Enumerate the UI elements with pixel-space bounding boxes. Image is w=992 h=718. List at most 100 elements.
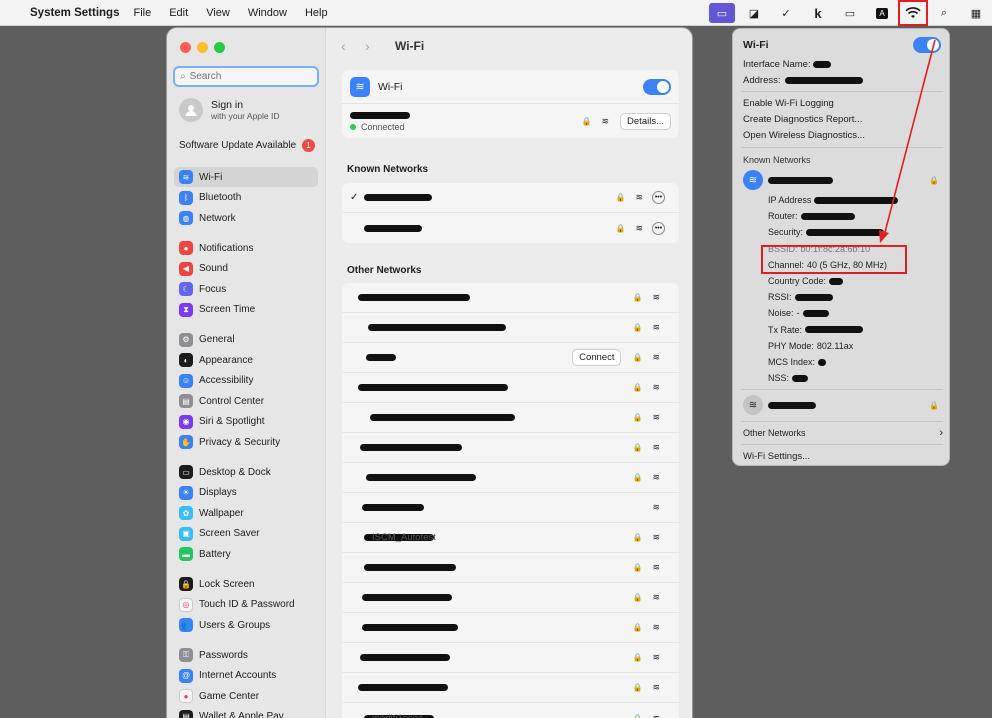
- menu-edit[interactable]: Edit: [169, 7, 188, 19]
- sidebar-item-users-groups[interactable]: 👥 Users & Groups: [174, 615, 318, 635]
- redacted-network-name: [350, 112, 410, 119]
- create-report-item[interactable]: Create Diagnostics Report...: [743, 114, 862, 125]
- search-input[interactable]: [189, 71, 300, 82]
- other-known-network-row[interactable]: ≋ 🔒: [743, 395, 943, 415]
- wifi-signal-icon: ≋: [652, 412, 660, 422]
- sidebar-item-privacy-security[interactable]: ✋ Privacy & Security: [174, 432, 318, 452]
- close-button[interactable]: [180, 42, 191, 53]
- wifi-signal-icon: ≋: [652, 502, 660, 512]
- sidebar-item-siri-spotlight[interactable]: ◉ Siri & Spotlight: [174, 412, 318, 432]
- open-diagnostics-item[interactable]: Open Wireless Diagnostics...: [743, 130, 865, 141]
- sidebar-item-general[interactable]: ⚙ General: [174, 330, 318, 350]
- details-button[interactable]: Details...: [620, 112, 671, 130]
- sidebar-item-notifications[interactable]: ● Notifications: [174, 238, 318, 258]
- sidebar-item-appearance[interactable]: ◐ Appearance: [174, 350, 318, 370]
- sidebar-item-focus[interactable]: ☾ Focus: [174, 279, 318, 299]
- wifi-toggle-row: ≋ Wi-Fi: [342, 70, 679, 104]
- network-detail-row: PHY Mode: 802.11ax: [768, 341, 853, 351]
- network-detail-row: RSSI:: [768, 292, 833, 302]
- menu-help[interactable]: Help: [305, 7, 328, 19]
- interface-name-label: Interface Name:: [743, 59, 811, 70]
- other-network-row[interactable]: ISCM_Autotest 🔒 ≋: [342, 523, 679, 553]
- wifi-card: ≋ Wi-Fi Connected 🔒 ≋ Details...: [342, 70, 679, 138]
- sidebar-item-lock-screen[interactable]: 🔒 Lock Screen: [174, 574, 318, 594]
- zoom-button[interactable]: [214, 42, 225, 53]
- sidebar-item-network[interactable]: ◍ Network: [174, 208, 318, 228]
- redacted-network-name: [362, 594, 452, 601]
- battery-icon[interactable]: ▭: [837, 3, 863, 23]
- sidebar-item-battery[interactable]: ▬ Battery: [174, 544, 318, 564]
- sidebar-item-screen-time[interactable]: ⧗ Screen Time: [174, 300, 318, 320]
- app-menu[interactable]: System Settings: [30, 7, 119, 19]
- lock-icon: 🔒: [929, 400, 939, 410]
- sidebar-item-wi-fi[interactable]: ≋ Wi-Fi: [174, 167, 318, 187]
- sidebar-item-game-center[interactable]: ● Game Center: [174, 686, 318, 706]
- sidebar-item-bluetooth[interactable]: ᛒ Bluetooth: [174, 188, 318, 208]
- network-detail-row: NSS:: [768, 373, 809, 383]
- input-source-icon[interactable]: A: [869, 3, 895, 23]
- other-network-row[interactable]: 🔒 ≋: [342, 673, 679, 703]
- spotlight-search-icon[interactable]: ⌕: [931, 3, 957, 23]
- sidebar-item-internet-accounts[interactable]: @ Internet Accounts: [174, 666, 318, 686]
- other-network-row[interactable]: 🔒 ≋: [342, 403, 679, 433]
- sidebar-item-wallpaper[interactable]: ✿ Wallpaper: [174, 503, 318, 523]
- other-network-row[interactable]: Connect 🔒 ≋: [342, 343, 679, 373]
- other-network-row[interactable]: ≋: [342, 493, 679, 523]
- wifi-signal-icon: ≋: [652, 352, 660, 362]
- more-options-icon[interactable]: •••: [652, 191, 665, 204]
- other-network-row[interactable]: 🔒 ≋: [342, 463, 679, 493]
- settings-window: ⌕ Sign in with your Apple ID Software Up…: [167, 28, 692, 718]
- other-network-row[interactable]: 🔒 ≋: [342, 643, 679, 673]
- wifi-signal-icon: ≋: [635, 222, 643, 233]
- other-network-row[interactable]: 🔒 ≋: [342, 553, 679, 583]
- menu-file[interactable]: File: [133, 7, 151, 19]
- screen-share-icon[interactable]: ▭: [709, 3, 735, 23]
- check-circle-icon[interactable]: ✓: [773, 3, 799, 23]
- connect-button[interactable]: Connect: [572, 349, 622, 366]
- enable-logging-item[interactable]: Enable Wi-Fi Logging: [743, 98, 834, 109]
- other-network-row[interactable]: 🔒 ≋: [342, 433, 679, 463]
- siri-icon: ◉: [179, 414, 193, 429]
- wifi-menu-icon[interactable]: [898, 0, 928, 26]
- globe-icon: ◍: [179, 211, 193, 225]
- other-network-row[interactable]: 🔒 ≋: [342, 613, 679, 643]
- sidebar-item-passwords[interactable]: ⚿ Passwords: [174, 645, 318, 665]
- detail-label: MCS Index:: [768, 357, 816, 367]
- current-network-row[interactable]: ≋ 🔒: [743, 170, 943, 190]
- app-status-icon[interactable]: ◪: [741, 3, 767, 23]
- other-network-row[interactable]: 🔒 ≋: [342, 373, 679, 403]
- known-network-row[interactable]: ✓ 🔒 ≋ •••: [342, 183, 679, 213]
- more-options-icon[interactable]: •••: [652, 221, 665, 235]
- back-button[interactable]: ‹: [341, 38, 365, 54]
- sidebar-item-control-center[interactable]: ▤ Control Center: [174, 391, 318, 411]
- dropdown-wifi-toggle[interactable]: [913, 37, 941, 53]
- known-network-row[interactable]: 🔒 ≋ •••: [342, 213, 679, 243]
- redacted-network-name: [364, 194, 432, 201]
- k-app-icon[interactable]: k: [805, 3, 831, 23]
- sidebar-item-accessibility[interactable]: ☺ Accessibility: [174, 371, 318, 391]
- sidebar-item-touch-id-password[interactable]: ◎ Touch ID & Password: [174, 595, 318, 615]
- sidebar-item-desktop-dock[interactable]: ▭ Desktop & Dock: [174, 462, 318, 482]
- other-network-row[interactable]: 🔒 ≋: [342, 283, 679, 313]
- other-networks-item[interactable]: Other Networks ›: [743, 427, 943, 439]
- search-field[interactable]: ⌕: [173, 66, 319, 87]
- software-update-item[interactable]: Software Update Available 1: [179, 139, 315, 152]
- minimize-button[interactable]: [197, 42, 208, 53]
- other-network-row[interactable]: 🔒 ≋: [342, 313, 679, 343]
- other-network-row[interactable]: mediti1ocoo 🔒 ≋: [342, 703, 679, 718]
- menu-window[interactable]: Window: [248, 7, 287, 19]
- detail-label: Country Code:: [768, 276, 827, 286]
- control-center-icon[interactable]: ▦: [963, 3, 989, 23]
- other-network-row[interactable]: 🔒 ≋: [342, 583, 679, 613]
- forward-button[interactable]: ›: [365, 38, 389, 54]
- menu-view[interactable]: View: [206, 7, 230, 19]
- sidebar-item-sound[interactable]: ◀ Sound: [174, 259, 318, 279]
- sidebar-item-displays[interactable]: ☀ Displays: [174, 483, 318, 503]
- sidebar-item-wallet-apple-pay[interactable]: ▤ Wallet & Apple Pay: [174, 707, 318, 718]
- sidebar-item-screen-saver[interactable]: ▣ Screen Saver: [174, 524, 318, 544]
- apple-id-signin[interactable]: Sign in with your Apple ID: [179, 98, 280, 122]
- wifi-toggle[interactable]: [643, 78, 671, 95]
- wifi-settings-item[interactable]: Wi-Fi Settings...: [743, 451, 810, 462]
- network-name: ISCM_Autotest: [372, 532, 436, 543]
- lock-icon: 🔒: [632, 563, 643, 572]
